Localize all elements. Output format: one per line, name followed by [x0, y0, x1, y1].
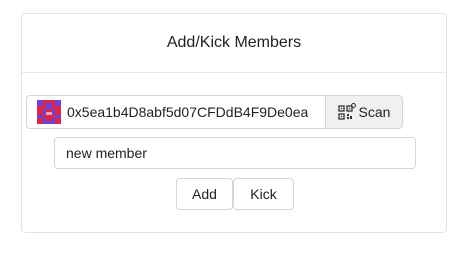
- qr-scan-icon: [337, 103, 356, 120]
- new-member-input[interactable]: [54, 137, 416, 169]
- add-kick-members-panel: Add/Kick Members 0x5ea1b4D8abf5d07CFDdB4…: [21, 13, 447, 233]
- address-value: 0x5ea1b4D8abf5d07CFDdB4F9De0ea: [67, 104, 309, 120]
- blockie-avatar-icon: [37, 100, 61, 124]
- scan-label: Scan: [358, 104, 391, 120]
- add-button[interactable]: Add: [176, 178, 233, 210]
- scan-button[interactable]: Scan: [326, 95, 403, 129]
- address-field[interactable]: 0x5ea1b4D8abf5d07CFDdB4F9De0ea: [26, 95, 326, 129]
- panel-title: Add/Kick Members: [22, 14, 446, 73]
- kick-button[interactable]: Kick: [233, 178, 294, 210]
- address-input-group: 0x5ea1b4D8abf5d07CFDdB4F9De0ea Scan: [26, 95, 403, 129]
